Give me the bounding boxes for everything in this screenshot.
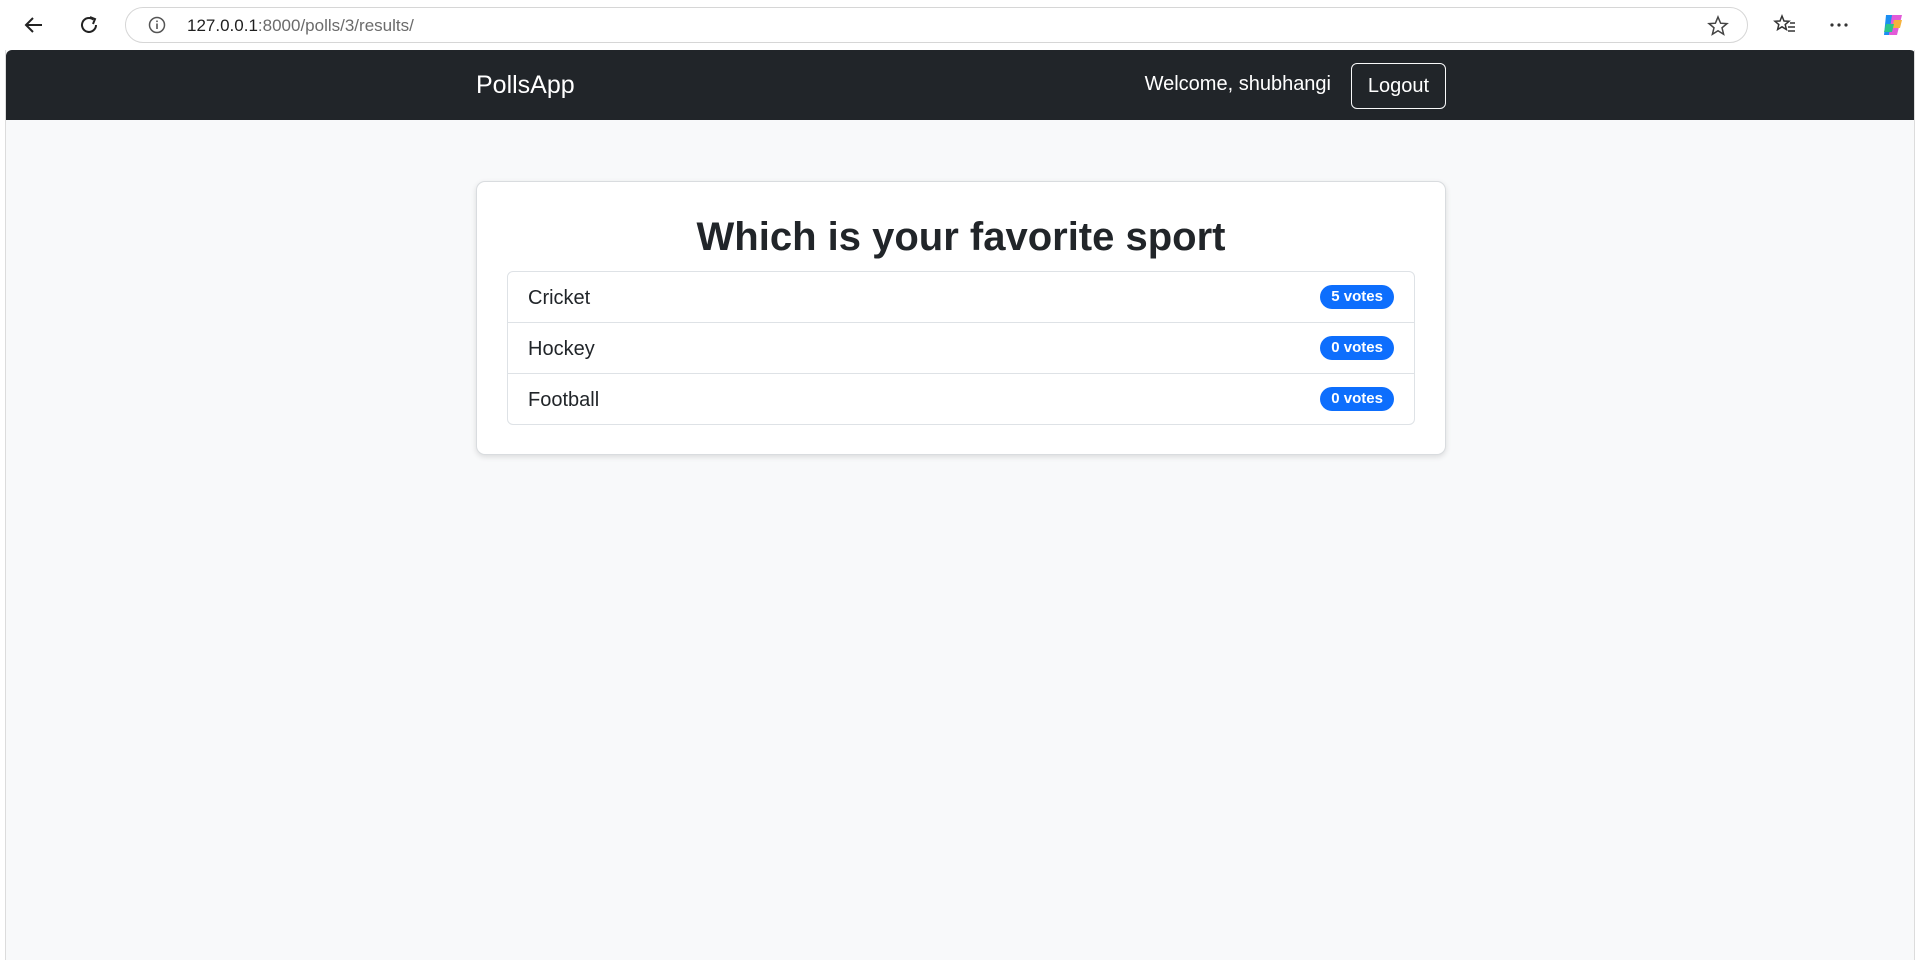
logout-button[interactable]: Logout	[1351, 63, 1446, 109]
choice-label: Cricket	[528, 287, 591, 309]
more-icon	[1830, 23, 1848, 27]
page-content: PollsApp Welcome, shubhangi Logout Which…	[5, 50, 1915, 960]
vote-count-badge: 0 votes	[1320, 387, 1394, 411]
back-button[interactable]	[17, 8, 51, 42]
choice-item: Hockey 0 votes	[508, 323, 1414, 374]
choice-label: Hockey	[528, 338, 595, 360]
info-icon[interactable]	[148, 16, 166, 34]
back-arrow-icon	[24, 17, 42, 33]
choice-label: Football	[528, 389, 600, 411]
poll-results-card: Which is your favorite sport Cricket 5 v…	[476, 181, 1446, 455]
choice-list: Cricket 5 votes Hockey 0 votes Football …	[507, 271, 1415, 425]
browser-toolbar: 127.0.0.1:8000/polls/3/results/	[0, 0, 1920, 50]
reload-icon	[81, 16, 97, 33]
url-host: 127.0.0.1	[187, 16, 258, 35]
url-text[interactable]: 127.0.0.1:8000/polls/3/results/	[187, 16, 414, 36]
poll-question-title: Which is your favorite sport	[696, 215, 1226, 259]
favorites-icon	[1773, 13, 1795, 32]
copilot-button[interactable]	[1880, 12, 1906, 38]
navbar: PollsApp Welcome, shubhangi Logout	[6, 50, 1914, 120]
choice-item: Cricket 5 votes	[508, 272, 1414, 323]
more-button[interactable]	[1826, 12, 1852, 38]
url-path: :8000/polls/3/results/	[257, 16, 414, 35]
vote-count-badge: 0 votes	[1320, 336, 1394, 360]
star-icon[interactable]	[1707, 15, 1729, 37]
vote-count-badge: 5 votes	[1320, 285, 1394, 309]
favorites-button[interactable]	[1772, 12, 1798, 38]
address-bar[interactable]: 127.0.0.1:8000/polls/3/results/	[125, 7, 1748, 43]
brand-link[interactable]: PollsApp	[476, 70, 575, 100]
choice-item: Football 0 votes	[508, 374, 1414, 424]
reload-button[interactable]	[72, 8, 106, 42]
copilot-icon	[1884, 15, 1902, 35]
welcome-text: Welcome, shubhangi	[1144, 73, 1331, 95]
